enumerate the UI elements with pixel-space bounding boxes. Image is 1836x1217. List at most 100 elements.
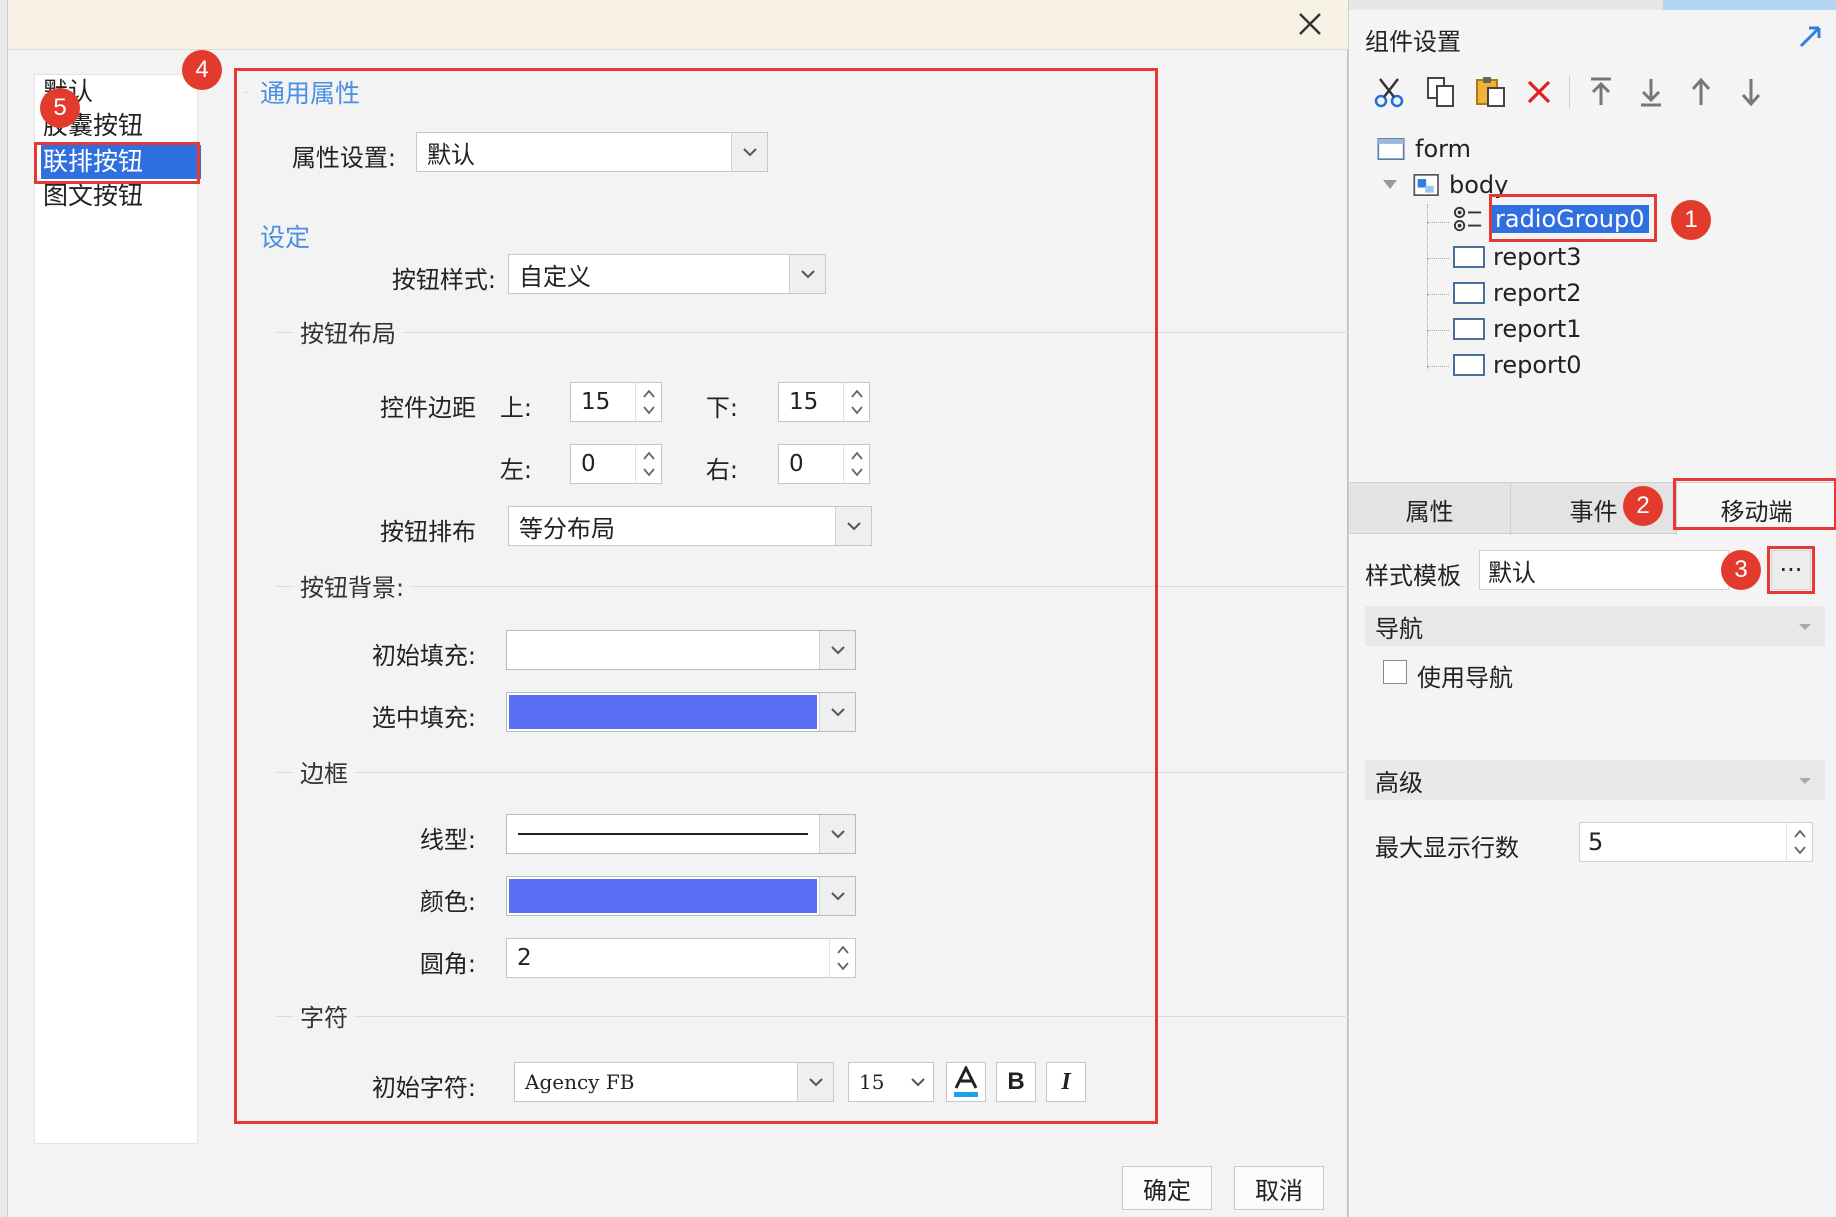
stepper-arrows-icon bbox=[1786, 823, 1812, 861]
line-type-label: 线型: bbox=[419, 826, 476, 854]
chevron-down-icon bbox=[731, 133, 767, 171]
margin-left-label: 左: bbox=[499, 456, 532, 484]
selected-fill-swatch bbox=[509, 695, 817, 729]
style-item-segmented[interactable]: 联排按钮 bbox=[41, 145, 201, 179]
copy-icon[interactable] bbox=[1421, 72, 1461, 112]
style-item-icon-text[interactable]: 图文按钮 bbox=[41, 179, 201, 213]
close-icon[interactable] bbox=[1290, 6, 1330, 42]
settings-panel: 通用属性 属性设置: 默认 设定 按钮样式: 自定义 按钮布局 控件边距 上: … bbox=[236, 70, 1526, 1140]
initial-fill-color-picker[interactable] bbox=[506, 630, 856, 670]
tree-node-body[interactable]: body bbox=[1381, 168, 1508, 202]
pin-icon[interactable] bbox=[1795, 22, 1825, 56]
button-style-dialog: 默认 胶囊按钮 联排按钮 图文按钮 通用属性 属性设置: 默认 设定 按钮样式:… bbox=[8, 0, 1526, 1217]
tree-node-report2[interactable]: report2 bbox=[1453, 276, 1582, 310]
chevron-down-icon bbox=[1799, 624, 1811, 630]
property-setting-label: 属性设置: bbox=[291, 144, 396, 172]
button-style-label: 按钮样式: bbox=[391, 266, 496, 294]
bold-button[interactable]: B bbox=[996, 1062, 1036, 1102]
italic-button[interactable]: I bbox=[1046, 1062, 1086, 1102]
style-template-input[interactable]: 默认 bbox=[1479, 550, 1729, 590]
annotation-badge-4: 4 bbox=[182, 50, 222, 90]
paste-icon[interactable] bbox=[1471, 72, 1511, 112]
dialog-titlebar bbox=[8, 0, 1348, 50]
margin-left-stepper[interactable]: 0 bbox=[570, 444, 662, 484]
stepper-arrows-icon bbox=[635, 445, 661, 483]
panel-title: 组件设置 bbox=[1365, 28, 1461, 56]
move-up-icon[interactable] bbox=[1681, 72, 1721, 112]
margin-bottom-label: 下: bbox=[705, 394, 738, 422]
annotation-badge-3: 3 bbox=[1721, 550, 1761, 590]
chevron-down-icon bbox=[789, 255, 825, 293]
body-icon bbox=[1413, 174, 1439, 196]
margin-top-label: 上: bbox=[499, 394, 532, 422]
delete-icon[interactable] bbox=[1519, 72, 1559, 112]
use-navigation-checkbox[interactable] bbox=[1383, 660, 1407, 684]
advanced-section[interactable]: 高级 bbox=[1365, 760, 1825, 800]
property-tabs: 属性 事件 移动端 bbox=[1349, 482, 1836, 535]
button-bg-group: 按钮背景: bbox=[294, 568, 411, 603]
component-settings-panel: 组件设置 form body radioGroup0 report3 repor… bbox=[1348, 0, 1836, 1217]
chevron-down-icon bbox=[1799, 778, 1811, 784]
max-rows-stepper[interactable]: 5 bbox=[1579, 822, 1813, 862]
property-setting-select[interactable]: 默认 bbox=[416, 132, 768, 172]
border-color-swatch bbox=[509, 879, 817, 913]
move-bottom-icon[interactable] bbox=[1631, 72, 1671, 112]
tab-properties[interactable]: 属性 bbox=[1349, 483, 1511, 535]
tab-mobile[interactable]: 移动端 bbox=[1677, 483, 1836, 535]
border-color-label: 颜色: bbox=[419, 888, 476, 916]
use-navigation-label: 使用导航 bbox=[1417, 664, 1513, 692]
button-layout-group: 按钮布局 bbox=[294, 314, 402, 349]
annotation-badge-2: 2 bbox=[1623, 486, 1663, 526]
line-type-preview bbox=[509, 817, 817, 851]
tree-node-report0[interactable]: report0 bbox=[1453, 348, 1582, 382]
ok-button[interactable]: 确定 bbox=[1122, 1166, 1212, 1210]
move-top-icon[interactable] bbox=[1581, 72, 1621, 112]
background-window-edge bbox=[0, 0, 8, 1217]
style-template-more-button[interactable]: ··· bbox=[1771, 550, 1811, 590]
arrangement-select[interactable]: 等分布局 bbox=[508, 506, 872, 546]
radius-label: 圆角: bbox=[419, 950, 476, 978]
line-type-select[interactable] bbox=[506, 814, 856, 854]
initial-fill-label: 初始填充: bbox=[371, 642, 476, 670]
stepper-arrows-icon bbox=[635, 383, 661, 421]
navigation-section[interactable]: 导航 bbox=[1365, 606, 1825, 646]
report-icon bbox=[1453, 354, 1485, 376]
tree-node-report3[interactable]: report3 bbox=[1453, 240, 1582, 274]
stepper-arrows-icon bbox=[843, 445, 869, 483]
report-icon bbox=[1453, 246, 1485, 268]
style-template-label: 样式模板 bbox=[1365, 562, 1461, 590]
tree-node-form[interactable]: form bbox=[1375, 132, 1471, 166]
annotation-badge-1: 1 bbox=[1671, 200, 1711, 240]
chevron-down-icon bbox=[819, 877, 855, 915]
annotation-badge-5: 5 bbox=[40, 88, 80, 128]
margin-label: 控件边距 bbox=[380, 394, 476, 422]
chevron-down-icon bbox=[903, 1063, 933, 1101]
radius-stepper[interactable]: 2 bbox=[506, 938, 856, 978]
margin-bottom-stepper[interactable]: 15 bbox=[778, 382, 870, 422]
initial-fill-swatch bbox=[509, 633, 817, 667]
font-size-select[interactable]: 15 bbox=[848, 1062, 934, 1102]
chars-group: 字符 bbox=[294, 998, 354, 1033]
margin-top-stepper[interactable]: 15 bbox=[570, 382, 662, 422]
cut-icon[interactable] bbox=[1369, 72, 1409, 112]
report-icon bbox=[1453, 282, 1485, 304]
arrangement-label: 按钮排布 bbox=[380, 518, 476, 546]
button-style-select[interactable]: 自定义 bbox=[508, 254, 826, 294]
tree-node-radiogroup0[interactable]: radioGroup0 bbox=[1453, 202, 1649, 236]
cancel-button[interactable]: 取消 bbox=[1234, 1166, 1324, 1210]
border-group: 边框 bbox=[294, 754, 354, 789]
form-icon bbox=[1377, 138, 1405, 160]
style-list: 默认 胶囊按钮 联排按钮 图文按钮 bbox=[34, 74, 201, 1144]
font-color-button[interactable] bbox=[946, 1062, 986, 1102]
expand-triangle-icon[interactable] bbox=[1381, 178, 1401, 192]
selected-fill-label: 选中填充: bbox=[371, 704, 476, 732]
max-rows-label: 最大显示行数 bbox=[1375, 834, 1519, 862]
font-family-select[interactable]: Agency FB bbox=[514, 1062, 834, 1102]
tree-node-report1[interactable]: report1 bbox=[1453, 312, 1582, 346]
selected-fill-color-picker[interactable] bbox=[506, 692, 856, 732]
margin-right-stepper[interactable]: 0 bbox=[778, 444, 870, 484]
move-down-icon[interactable] bbox=[1731, 72, 1771, 112]
section-settings-title: 设定 bbox=[260, 223, 311, 252]
border-color-picker[interactable] bbox=[506, 876, 856, 916]
stepper-arrows-icon bbox=[843, 383, 869, 421]
